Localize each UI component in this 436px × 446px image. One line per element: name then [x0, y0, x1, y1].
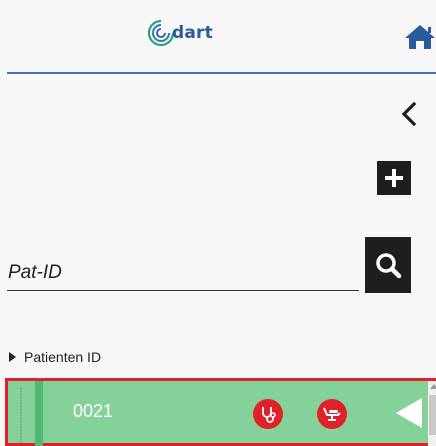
group-toggle-patienten-id[interactable]: Patienten ID	[9, 348, 101, 366]
scroll-up-arrow-icon[interactable]	[430, 384, 436, 389]
chevron-left-icon	[401, 101, 417, 127]
search-button[interactable]	[365, 237, 411, 293]
drag-handle[interactable]	[19, 387, 23, 443]
header-divider	[7, 72, 436, 74]
add-patient-button[interactable]	[377, 161, 411, 195]
row-color-bar	[35, 381, 43, 446]
home-icon	[405, 25, 435, 49]
plus-icon	[385, 169, 403, 187]
dart-logo: dart	[146, 18, 213, 48]
home-button[interactable]	[404, 24, 436, 50]
search-bar	[7, 237, 411, 293]
group-label: Patienten ID	[24, 349, 102, 365]
stethoscope-icon[interactable]	[253, 399, 283, 429]
patient-id-label: 0021	[73, 401, 114, 421]
dental-chair-icon[interactable]	[317, 399, 347, 429]
caret-right-icon	[9, 352, 16, 362]
back-button[interactable]	[394, 99, 424, 129]
patient-row[interactable]: 0021	[5, 378, 436, 446]
patient-id-search-input[interactable]	[7, 245, 359, 291]
logo-text: dart	[172, 23, 213, 43]
scroll-thumb[interactable]	[429, 395, 436, 435]
search-icon	[376, 253, 402, 279]
selected-row-pointer	[396, 398, 422, 428]
list-scrollbar[interactable]	[428, 381, 436, 446]
app-header: dart	[0, 0, 436, 72]
